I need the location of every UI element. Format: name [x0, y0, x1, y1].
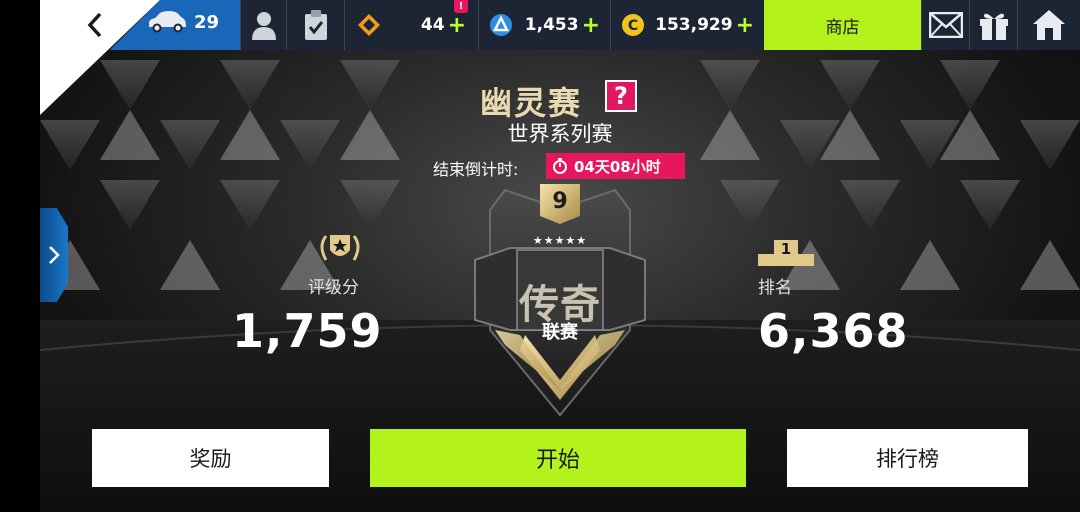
profile-icon — [251, 12, 276, 40]
credits-icon: C — [622, 14, 644, 36]
blueprint-amount: 1,453 — [524, 15, 579, 35]
countdown-label: 结束倒计时: — [433, 160, 519, 179]
help-button[interactable]: ? — [605, 80, 637, 112]
league-label: 联赛 — [542, 322, 578, 343]
add-token-button[interactable]: + — [448, 13, 466, 38]
side-menu-tab[interactable] — [40, 208, 68, 302]
blueprint-icon — [490, 14, 512, 36]
add-credits-button[interactable]: + — [736, 13, 754, 38]
gift-icon — [979, 13, 1008, 40]
cars-count: 29 — [194, 11, 220, 33]
game-screen: 44 + ! 1,453 + C 153,929 + 商店 29 幽灵赛 ? 世… — [40, 0, 1080, 512]
league-stars: ★★★★★ — [532, 234, 588, 247]
credits-currency: C 153,929 + — [610, 0, 764, 50]
notification-badge: ! — [454, 0, 468, 13]
back-arrow-icon — [87, 12, 102, 38]
rank-value: 6,368 — [758, 304, 909, 358]
missions-button[interactable] — [286, 0, 344, 50]
event-subtitle: 世界系列赛 — [507, 122, 613, 146]
add-blueprint-button[interactable]: + — [582, 13, 600, 38]
countdown-value: 04天08小时 — [574, 157, 661, 176]
podium-number: 1 — [780, 240, 792, 258]
gift-button[interactable] — [969, 0, 1017, 50]
countdown-badge: 04天08小时 — [546, 153, 685, 179]
home-button[interactable] — [1017, 0, 1080, 50]
chevron-right-icon — [49, 246, 60, 264]
token-icon — [358, 14, 380, 36]
svg-text:C: C — [628, 18, 638, 34]
rating-value: 1,759 — [232, 304, 383, 358]
rewards-button[interactable]: 奖励 — [92, 429, 329, 487]
rank-label: 排名 — [758, 278, 792, 298]
home-icon — [1033, 10, 1065, 40]
leaderboard-button[interactable]: 排行榜 — [787, 429, 1028, 487]
credits-amount: 153,929 — [655, 15, 733, 35]
profile-button[interactable] — [240, 0, 286, 50]
car-icon — [149, 11, 186, 33]
back-button[interactable] — [80, 8, 110, 42]
league-rank-number: 9 — [552, 189, 568, 214]
blueprint-currency: 1,453 + — [478, 0, 610, 50]
garage-cars[interactable]: 29 — [146, 10, 219, 34]
laurel-badge-icon — [320, 235, 360, 261]
stopwatch-icon — [553, 158, 567, 174]
clipboard-icon — [304, 10, 327, 40]
mail-button[interactable] — [921, 0, 969, 50]
shop-button[interactable]: 商店 — [764, 0, 921, 50]
start-button[interactable]: 开始 — [370, 429, 746, 487]
mail-icon — [928, 12, 963, 38]
rating-label: 评级分 — [308, 278, 359, 298]
token-amount: 44 — [420, 15, 445, 35]
